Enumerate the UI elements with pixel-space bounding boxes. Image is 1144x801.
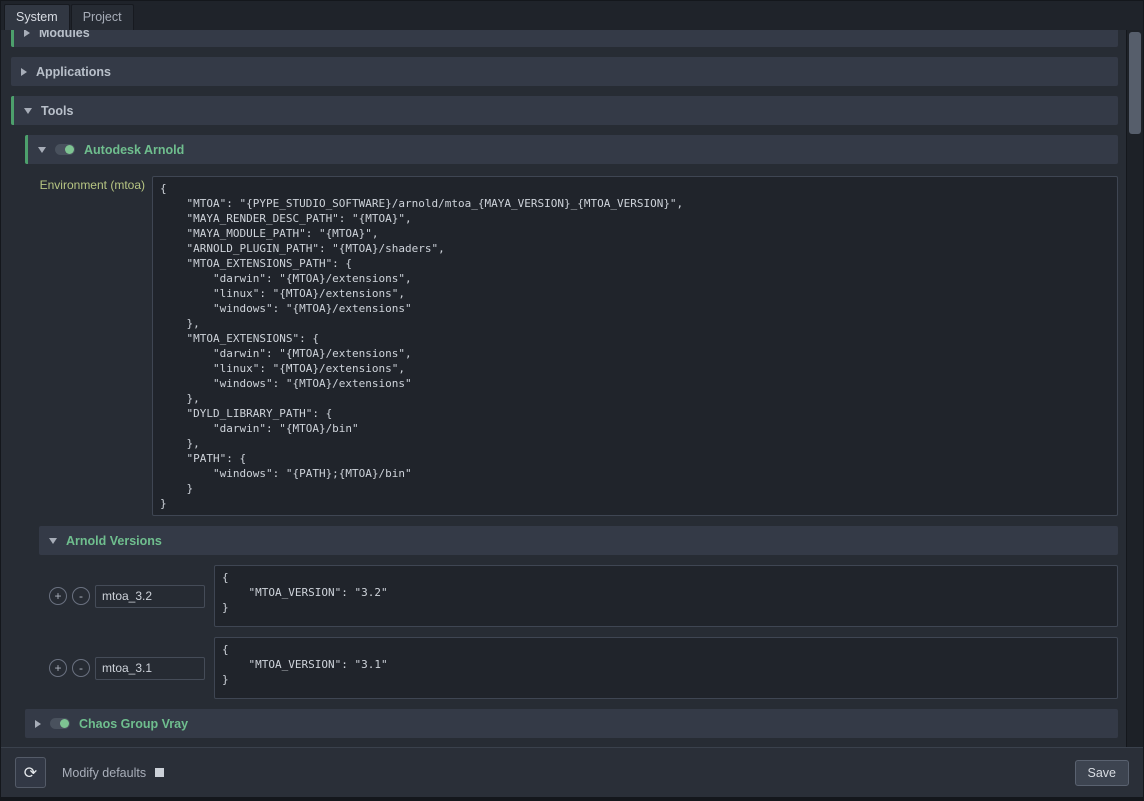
enabled-toggle-icon[interactable] [50, 718, 70, 729]
refresh-button[interactable]: ⟳ [15, 757, 46, 788]
environment-row: Environment (mtoa) { "MTOA": "{PYPE_STUD… [25, 176, 1118, 516]
tab-system[interactable]: System [4, 4, 70, 30]
refresh-icon: ⟳ [24, 763, 37, 783]
version-key-input[interactable] [95, 657, 205, 680]
section-modules[interactable]: Modules [11, 30, 1118, 47]
section-applications[interactable]: Applications [11, 57, 1118, 86]
scrollbar-thumb[interactable] [1129, 32, 1141, 134]
modify-defaults-control: Modify defaults [62, 766, 164, 780]
version-json-editor[interactable]: { "MTOA_VERSION": "3.2" } [214, 565, 1118, 627]
settings-scroll-area: Modules Applications Tools Autodesk Arno… [1, 30, 1126, 747]
section-tools[interactable]: Tools [11, 96, 1118, 125]
add-version-button[interactable]: + [49, 659, 67, 677]
remove-version-button[interactable]: - [72, 587, 90, 605]
chevron-right-icon [35, 720, 41, 728]
section-applications-label: Applications [36, 65, 111, 79]
section-arnold-versions[interactable]: Arnold Versions [39, 526, 1118, 555]
remove-version-button[interactable]: - [72, 659, 90, 677]
chevron-right-icon [24, 30, 30, 37]
section-modules-label: Modules [39, 30, 90, 40]
version-row: + - { "MTOA_VERSION": "3.2" } [49, 565, 1118, 627]
modify-defaults-checkbox[interactable] [155, 768, 164, 777]
chevron-down-icon [24, 108, 32, 114]
section-arnold-versions-label: Arnold Versions [66, 534, 162, 548]
save-button[interactable]: Save [1075, 760, 1130, 786]
modify-defaults-label: Modify defaults [62, 766, 146, 780]
section-autodesk-arnold-label: Autodesk Arnold [84, 143, 184, 157]
scrollbar[interactable] [1126, 30, 1143, 747]
section-autodesk-arnold[interactable]: Autodesk Arnold [25, 135, 1118, 164]
tab-bar: System Project [1, 1, 1143, 30]
version-key-input[interactable] [95, 585, 205, 608]
chevron-down-icon [38, 147, 46, 153]
section-chaos-group-vray-label: Chaos Group Vray [79, 717, 188, 731]
enabled-toggle-icon[interactable] [55, 144, 75, 155]
tab-project[interactable]: Project [71, 4, 134, 30]
footer-bar: ⟳ Modify defaults Save [1, 747, 1143, 797]
add-version-button[interactable]: + [49, 587, 67, 605]
version-json-editor[interactable]: { "MTOA_VERSION": "3.1" } [214, 637, 1118, 699]
environment-label: Environment (mtoa) [25, 176, 145, 192]
chevron-down-icon [49, 538, 57, 544]
section-chaos-group-vray[interactable]: Chaos Group Vray [25, 709, 1118, 738]
version-row: + - { "MTOA_VERSION": "3.1" } [49, 637, 1118, 699]
environment-json-editor[interactable]: { "MTOA": "{PYPE_STUDIO_SOFTWARE}/arnold… [152, 176, 1118, 516]
settings-content: Modules Applications Tools Autodesk Arno… [1, 30, 1143, 747]
settings-window: System Project Modules Applications Tool… [0, 0, 1144, 801]
section-tools-label: Tools [41, 104, 73, 118]
chevron-right-icon [21, 68, 27, 76]
